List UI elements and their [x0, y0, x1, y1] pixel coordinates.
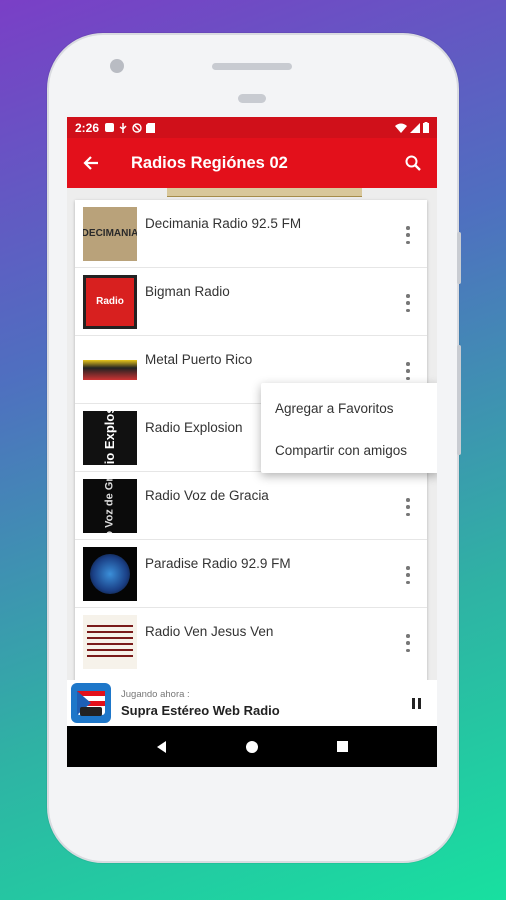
power-button — [457, 345, 461, 455]
notification-icon — [105, 123, 115, 132]
nav-home-icon[interactable] — [245, 740, 259, 754]
station-logo-text: dio Explosi — [102, 410, 118, 465]
app-screen: 2:26 Radios Regiónes 02 DECIMANIA Decima… — [67, 117, 437, 767]
list-item[interactable]: Radio Bigman Radio — [75, 268, 427, 336]
player-artwork — [71, 683, 111, 723]
list-item[interactable]: Radio Ven Jesus Ven — [75, 608, 427, 676]
sd-card-icon — [146, 122, 156, 133]
list-item[interactable]: DECIMANIA Decimania Radio 92.5 FM — [75, 200, 427, 268]
volume-button — [457, 232, 461, 284]
station-logo: dio Explosi — [83, 410, 137, 465]
arrow-back-icon — [83, 156, 98, 170]
nav-recents-icon[interactable] — [336, 740, 349, 753]
app-bar: Radios Regiónes 02 — [67, 138, 437, 188]
search-button[interactable] — [401, 151, 425, 175]
more-vert-icon[interactable] — [405, 498, 411, 516]
pause-icon — [412, 697, 415, 709]
nav-back-icon[interactable] — [155, 740, 169, 754]
station-logo-text: io Voz de Gra — [104, 478, 117, 533]
page-title: Radios Regiónes 02 — [131, 153, 288, 172]
more-vert-icon[interactable] — [405, 634, 411, 652]
more-vert-icon[interactable] — [405, 294, 411, 312]
menu-item-add-favorite[interactable]: Agregar a Favoritos — [261, 387, 437, 429]
now-playing-label: Jugando ahora : — [121, 688, 190, 700]
station-name: Paradise Radio 92.9 FM — [145, 556, 291, 571]
proximity-sensor — [238, 94, 266, 103]
usb-icon — [119, 122, 127, 133]
status-bar: 2:26 — [67, 117, 437, 138]
ad-banner[interactable] — [167, 188, 362, 197]
menu-item-share[interactable]: Compartir con amigos — [261, 429, 437, 471]
battery-icon — [423, 122, 429, 133]
status-time: 2:26 — [75, 120, 100, 135]
station-logo — [83, 546, 137, 601]
signal-icon — [410, 122, 420, 133]
front-camera — [110, 59, 124, 73]
more-vert-icon[interactable] — [405, 226, 411, 244]
station-logo: DECIMANIA — [83, 206, 137, 261]
list-item[interactable]: io Voz de Gra Radio Voz de Gracia — [75, 472, 427, 540]
list-item[interactable]: Paradise Radio 92.9 FM — [75, 540, 427, 608]
wifi-icon — [395, 123, 407, 133]
back-button[interactable] — [79, 151, 103, 175]
station-logo: io Voz de Gra — [83, 478, 137, 533]
station-logo-text: Radio — [96, 296, 124, 307]
station-logo: Radio — [83, 274, 137, 329]
station-name: Radio Voz de Gracia — [145, 488, 269, 503]
station-logo-text: DECIMANIA — [83, 228, 137, 239]
station-name: Bigman Radio — [145, 284, 230, 299]
station-name: Decimania Radio 92.5 FM — [145, 216, 302, 231]
pause-button[interactable] — [412, 697, 421, 709]
station-name: Radio Explosion — [145, 420, 243, 435]
more-vert-icon[interactable] — [405, 566, 411, 584]
earpiece-speaker — [212, 63, 292, 70]
station-logo — [83, 615, 137, 669]
mini-player[interactable]: Jugando ahora : Supra Estéreo Web Radio — [67, 680, 437, 726]
search-icon — [405, 155, 421, 171]
station-name: Metal Puerto Rico — [145, 352, 253, 367]
context-menu: Agregar a Favoritos Compartir con amigos — [261, 383, 437, 473]
system-nav-bar — [67, 726, 437, 767]
station-logo — [83, 342, 137, 397]
station-name: Radio Ven Jesus Ven — [145, 624, 274, 639]
dnd-icon — [132, 122, 142, 133]
now-playing-station: Supra Estéreo Web Radio — [121, 702, 280, 718]
more-vert-icon[interactable] — [405, 362, 411, 380]
